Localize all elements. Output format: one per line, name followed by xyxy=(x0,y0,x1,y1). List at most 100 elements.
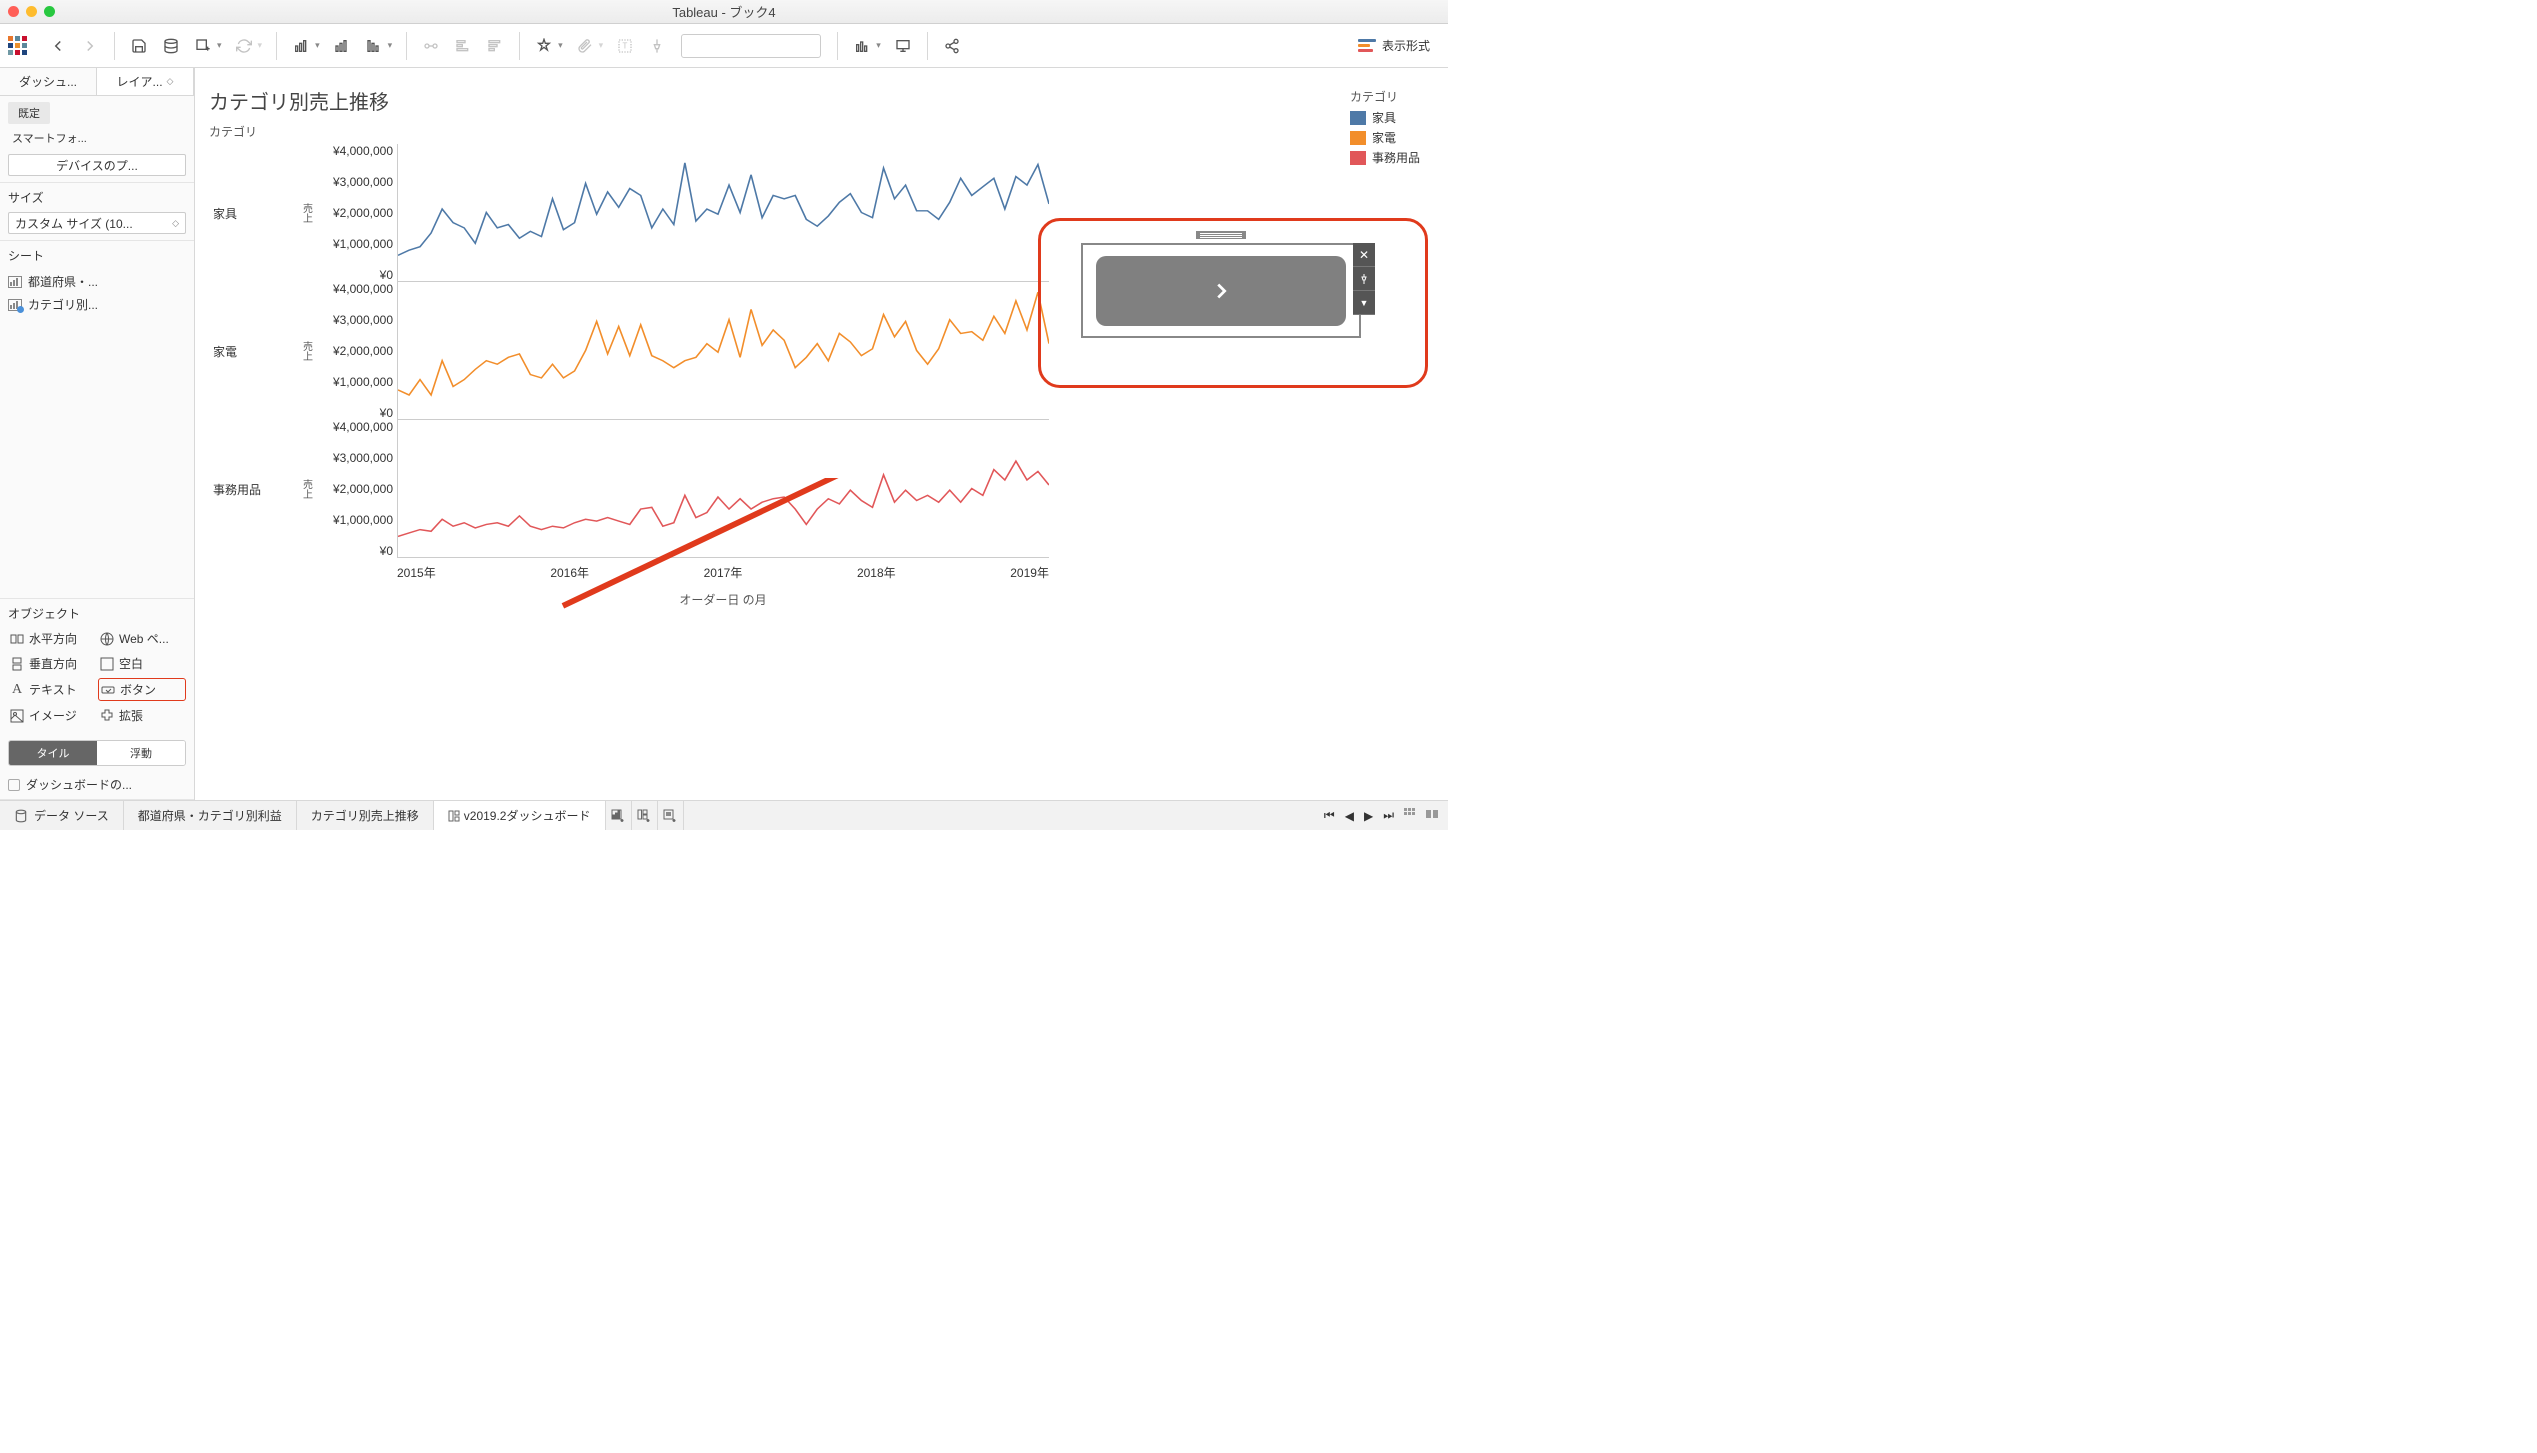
next-tab-button[interactable]: ▶ xyxy=(1364,809,1373,823)
show-filmstrip-button[interactable] xyxy=(1426,808,1438,823)
refresh-button[interactable] xyxy=(230,32,258,60)
forward-button[interactable] xyxy=(76,32,104,60)
legend-item-appliance[interactable]: 家電 xyxy=(1350,129,1420,146)
window-titlebar: Tableau - ブック4 xyxy=(0,0,1448,24)
object-button[interactable]: ボタン xyxy=(98,678,186,701)
dashboard-icon xyxy=(448,810,460,822)
sort-asc-button[interactable] xyxy=(328,32,356,60)
chevron-right-icon xyxy=(1210,280,1232,302)
toolbar-search-input[interactable] xyxy=(681,34,821,58)
line-chart-furniture xyxy=(398,144,1049,281)
share-button[interactable] xyxy=(938,32,966,60)
prev-tab-button[interactable]: ◀ xyxy=(1345,809,1354,823)
facet-label-office: 事務用品 xyxy=(209,420,299,558)
maximize-window-button[interactable] xyxy=(44,6,55,17)
dashboard-title-checkbox[interactable]: ダッシュボードの... xyxy=(8,776,186,793)
pin-button[interactable] xyxy=(643,32,671,60)
legend-item-furniture[interactable]: 家具 xyxy=(1350,109,1420,126)
object-vertical[interactable]: 垂直方向 xyxy=(8,653,96,674)
fit-button[interactable] xyxy=(848,32,876,60)
facet-label-furniture: 家具 xyxy=(209,144,299,282)
new-story-tab-button[interactable] xyxy=(658,801,684,830)
sheet-item-category[interactable]: カテゴリ別... xyxy=(8,293,186,316)
object-extension[interactable]: 拡張 xyxy=(98,705,186,726)
floating-button-highlight: ✕ ▼ xyxy=(1038,218,1428,388)
totals-button[interactable] xyxy=(449,32,477,60)
line-chart-office xyxy=(398,420,1049,557)
x-axis-title: オーダー日 の月 xyxy=(397,591,1049,608)
remove-object-button[interactable]: ✕ xyxy=(1353,243,1375,267)
globe-icon xyxy=(100,632,114,646)
swap-button[interactable] xyxy=(287,32,315,60)
sheet-tab-category[interactable]: カテゴリ別売上推移 xyxy=(297,801,434,830)
size-select[interactable]: カスタム サイズ (10...◇ xyxy=(8,212,186,234)
device-preview-button[interactable]: デバイスのプ... xyxy=(8,154,186,176)
drag-handle-icon[interactable] xyxy=(1196,231,1246,239)
window-title: Tableau - ブック4 xyxy=(672,2,775,21)
tableau-logo-icon xyxy=(8,36,28,56)
showme-button[interactable]: 表示形式 xyxy=(1348,37,1440,54)
y-axis-ticks: ¥4,000,000¥3,000,000¥2,000,000¥1,000,000… xyxy=(313,144,397,282)
sheets-section-title: シート xyxy=(8,247,186,264)
object-blank[interactable]: 空白 xyxy=(98,653,186,674)
color-legend: カテゴリ 家具 家電 事務用品 xyxy=(1350,88,1420,169)
tile-toggle[interactable]: タイル xyxy=(9,741,97,765)
blank-icon xyxy=(100,657,114,671)
last-tab-button[interactable]: ⏭ xyxy=(1383,808,1394,823)
x-axis-ticks: 2015年2016年2017年2018年2019年 xyxy=(397,564,1049,581)
legend-swatch xyxy=(1350,111,1366,125)
dashboard-button-container[interactable] xyxy=(1081,243,1361,338)
first-tab-button[interactable]: ⏮ xyxy=(1324,808,1335,823)
preset-pill[interactable]: 既定 xyxy=(8,102,50,124)
legend-item-office[interactable]: 事務用品 xyxy=(1350,149,1420,166)
extension-icon xyxy=(100,709,114,723)
object-horizontal[interactable]: 水平方向 xyxy=(8,628,96,649)
save-button[interactable] xyxy=(125,32,153,60)
objects-section-title: オブジェクト xyxy=(8,605,186,622)
worksheet-icon xyxy=(8,276,22,288)
close-window-button[interactable] xyxy=(8,6,19,17)
chart-area: 家具 売上 ¥4,000,000¥3,000,000¥2,000,000¥1,0… xyxy=(209,144,1049,608)
datasource-tab[interactable]: データ ソース xyxy=(0,801,124,830)
y-axis-ticks: ¥4,000,000¥3,000,000¥2,000,000¥1,000,000… xyxy=(313,282,397,420)
sheet-tab-prefecture[interactable]: 都道府県・カテゴリ別利益 xyxy=(124,801,297,830)
presentation-button[interactable] xyxy=(889,32,917,60)
sheet-item-prefecture[interactable]: 都道府県・... xyxy=(8,270,186,293)
attach-button[interactable] xyxy=(571,32,599,60)
chart-subtitle: カテゴリ xyxy=(209,123,1434,140)
highlight-button[interactable] xyxy=(530,32,558,60)
datasource-icon xyxy=(14,809,28,823)
button-icon xyxy=(101,683,115,697)
sheet-tabs-bar: データ ソース 都道府県・カテゴリ別利益 カテゴリ別売上推移 v2019.2ダッ… xyxy=(0,800,1448,830)
object-image[interactable]: イメージ xyxy=(8,705,96,726)
y-axis-ticks: ¥4,000,000¥3,000,000¥2,000,000¥1,000,000… xyxy=(313,420,397,558)
show-tabs-button[interactable] xyxy=(1404,808,1416,823)
pin-object-button[interactable] xyxy=(1353,267,1375,291)
tab-layout[interactable]: レイア... ◇ xyxy=(97,68,194,95)
checkbox-icon xyxy=(8,779,20,791)
back-button[interactable] xyxy=(44,32,72,60)
new-worksheet-tab-button[interactable] xyxy=(606,801,632,830)
object-webpage[interactable]: Web ペ... xyxy=(98,628,186,649)
new-datasource-button[interactable] xyxy=(157,32,185,60)
navigation-button[interactable] xyxy=(1096,256,1346,326)
float-toggle[interactable]: 浮動 xyxy=(97,741,185,765)
labels-button[interactable] xyxy=(481,32,509,60)
object-menu-button[interactable]: ▼ xyxy=(1353,291,1375,315)
facet-label-appliance: 家電 xyxy=(209,282,299,420)
minimize-window-button[interactable] xyxy=(26,6,37,17)
smartphone-label: スマートフォ... xyxy=(8,128,186,148)
y-axis-label: 売上 xyxy=(299,341,314,361)
sort-desc-button[interactable] xyxy=(360,32,388,60)
new-dashboard-tab-button[interactable] xyxy=(632,801,658,830)
sheet-tab-dashboard[interactable]: v2019.2ダッシュボード xyxy=(434,801,606,830)
object-text[interactable]: Aテキスト xyxy=(8,678,96,701)
worksheet-icon xyxy=(8,299,22,311)
tab-dashboard[interactable]: ダッシュ... xyxy=(0,68,97,95)
text-tool-button[interactable]: T xyxy=(611,32,639,60)
group-button[interactable] xyxy=(417,32,445,60)
new-worksheet-button[interactable] xyxy=(189,32,217,60)
dashboard-canvas: カテゴリ別売上推移 カテゴリ 家具 売上 ¥4,000,000¥3,000,00… xyxy=(195,68,1448,800)
showme-icon xyxy=(1358,39,1376,52)
y-axis-label: 売上 xyxy=(299,203,314,223)
